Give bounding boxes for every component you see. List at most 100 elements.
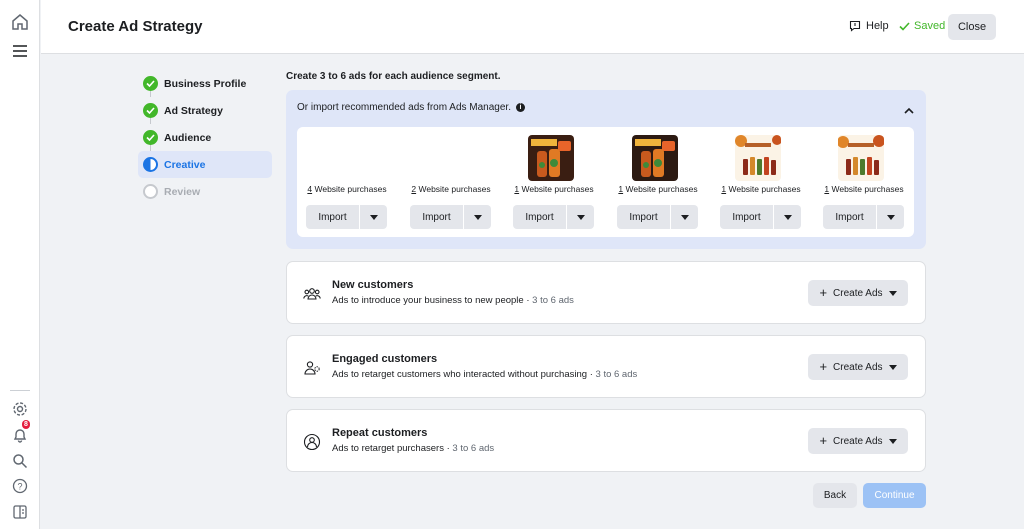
notification-badge: 8 — [22, 420, 30, 429]
step-label: Review — [164, 185, 201, 198]
ad-result-caption: 1 Website purchases — [514, 184, 594, 194]
close-button[interactable]: Close — [948, 14, 996, 40]
import-button[interactable]: Import — [513, 205, 566, 229]
help-label: Help — [866, 20, 889, 32]
back-button[interactable]: Back — [813, 483, 857, 508]
recommended-ad: 2 Website purchases Import — [401, 127, 501, 237]
ad-thumbnail-thanksgiving[interactable] — [735, 135, 781, 181]
segment-title: New customers — [332, 279, 414, 291]
caret-down-icon — [783, 214, 792, 220]
import-button[interactable]: Import — [617, 205, 670, 229]
ad-result-caption: 1 Website purchases — [824, 184, 904, 194]
create-ads-label: Create Ads — [833, 287, 883, 299]
create-ads-button[interactable]: + Create Ads — [808, 280, 908, 306]
caret-down-icon — [888, 364, 897, 370]
import-button[interactable]: Import — [410, 205, 463, 229]
segment-new-customers: New customers Ads to introduce your busi… — [286, 261, 926, 324]
info-icon[interactable]: i — [515, 103, 525, 112]
import-heading-text: Or import recommended ads from Ads Manag… — [297, 102, 511, 113]
import-dropdown-button[interactable] — [671, 205, 698, 229]
ad-thumbnail-bundle-deal[interactable] — [528, 135, 574, 181]
import-dropdown-button[interactable] — [774, 205, 801, 229]
segment-description: Ads to retarget customers who interacted… — [332, 369, 638, 380]
caret-down-icon — [473, 214, 482, 220]
notifications-icon[interactable]: 8 — [10, 420, 30, 445]
plus-icon: + — [819, 359, 828, 374]
import-heading: Or import recommended ads from Ads Manag… — [297, 102, 525, 113]
create-ads-button[interactable]: + Create Ads — [808, 428, 908, 454]
caret-down-icon — [888, 438, 897, 444]
step-label: Business Profile — [164, 77, 247, 90]
recommended-ad: 1 Website purchases Import — [711, 127, 811, 237]
caret-down-icon — [888, 290, 897, 296]
recommended-ad: 1 Website purchases Import — [504, 127, 604, 237]
recommended-ad: 1 Website purchases Import — [814, 127, 914, 237]
caret-down-icon — [680, 214, 689, 220]
plus-icon: + — [819, 285, 828, 300]
progress-stepper: Business Profile Ad Strategy Audience Cr… — [138, 70, 272, 205]
import-button[interactable]: Import — [306, 205, 359, 229]
step-creative[interactable]: Creative — [138, 151, 272, 178]
continue-button[interactable]: Continue — [863, 483, 926, 508]
ad-result-caption: 1 Website purchases — [618, 184, 698, 194]
plus-icon: + — [819, 433, 828, 448]
rail-divider — [10, 390, 30, 391]
page-title: Create Ad Strategy — [68, 18, 203, 35]
import-button[interactable]: Import — [823, 205, 876, 229]
step-label: Creative — [164, 158, 206, 171]
panel-icon[interactable] — [10, 502, 30, 522]
recommended-ad: 4 Website purchases Import — [297, 127, 397, 237]
step-audience[interactable]: Audience — [138, 124, 272, 151]
menu-icon[interactable] — [10, 41, 30, 61]
ad-thumbnail-bundle-deal[interactable] — [632, 135, 678, 181]
ad-result-caption: 1 Website purchases — [721, 184, 801, 194]
check-circle-icon — [143, 76, 158, 91]
import-dropdown-button[interactable] — [464, 205, 491, 229]
home-icon[interactable] — [10, 12, 30, 32]
person-repeat-icon — [303, 433, 321, 451]
segment-range: 3 to 6 ads — [452, 443, 495, 454]
segment-title: Repeat customers — [332, 427, 428, 439]
chevron-up-icon[interactable] — [904, 101, 914, 119]
step-review: Review — [138, 178, 272, 205]
recommended-ad: 1 Website purchases Import — [608, 127, 708, 237]
import-dropdown-button[interactable] — [567, 205, 594, 229]
checkmark-icon — [899, 21, 910, 31]
saved-status: Saved — [899, 20, 945, 32]
ad-thumbnail-thanksgiving[interactable] — [838, 135, 884, 181]
segment-description: Ads to introduce your business to new pe… — [332, 295, 574, 306]
settings-icon[interactable] — [10, 399, 30, 419]
empty-circle-icon — [143, 184, 158, 199]
check-circle-icon — [143, 130, 158, 145]
svg-text:?: ? — [17, 482, 22, 492]
create-ads-label: Create Ads — [833, 435, 883, 447]
check-circle-icon — [143, 103, 158, 118]
search-icon[interactable] — [10, 451, 30, 471]
ad-result-caption: 2 Website purchases — [411, 184, 491, 194]
ad-result-caption: 4 Website purchases — [307, 184, 387, 194]
segment-repeat-customers: Repeat customers Ads to retarget purchas… — [286, 409, 926, 472]
step-label: Ad Strategy — [164, 104, 223, 117]
help-icon[interactable]: ? — [10, 476, 30, 496]
import-button[interactable]: Import — [720, 205, 773, 229]
step-label: Audience — [164, 131, 212, 144]
segment-engaged-customers: Engaged customers Ads to retarget custom… — [286, 335, 926, 398]
help-button[interactable]: Help — [849, 20, 889, 32]
top-header: Create Ad Strategy Help Saved Close — [41, 0, 1024, 54]
person-engaged-icon — [303, 359, 321, 377]
recommended-ads-list: 4 Website purchases Import 2 Website pur… — [297, 127, 914, 237]
import-dropdown-button[interactable] — [877, 205, 904, 229]
help-feedback-icon — [849, 20, 861, 32]
create-ads-label: Create Ads — [833, 361, 883, 373]
caret-down-icon — [576, 214, 585, 220]
section-intro: Create 3 to 6 ads for each audience segm… — [286, 71, 501, 82]
step-business-profile[interactable]: Business Profile — [138, 70, 272, 97]
create-ads-button[interactable]: + Create Ads — [808, 354, 908, 380]
caret-down-icon — [369, 214, 378, 220]
caret-down-icon — [886, 214, 895, 220]
segment-description: Ads to retarget purchasers · 3 to 6 ads — [332, 443, 495, 454]
step-ad-strategy[interactable]: Ad Strategy — [138, 97, 272, 124]
people-group-icon — [303, 285, 321, 303]
import-dropdown-button[interactable] — [360, 205, 387, 229]
half-circle-progress-icon — [143, 157, 158, 172]
